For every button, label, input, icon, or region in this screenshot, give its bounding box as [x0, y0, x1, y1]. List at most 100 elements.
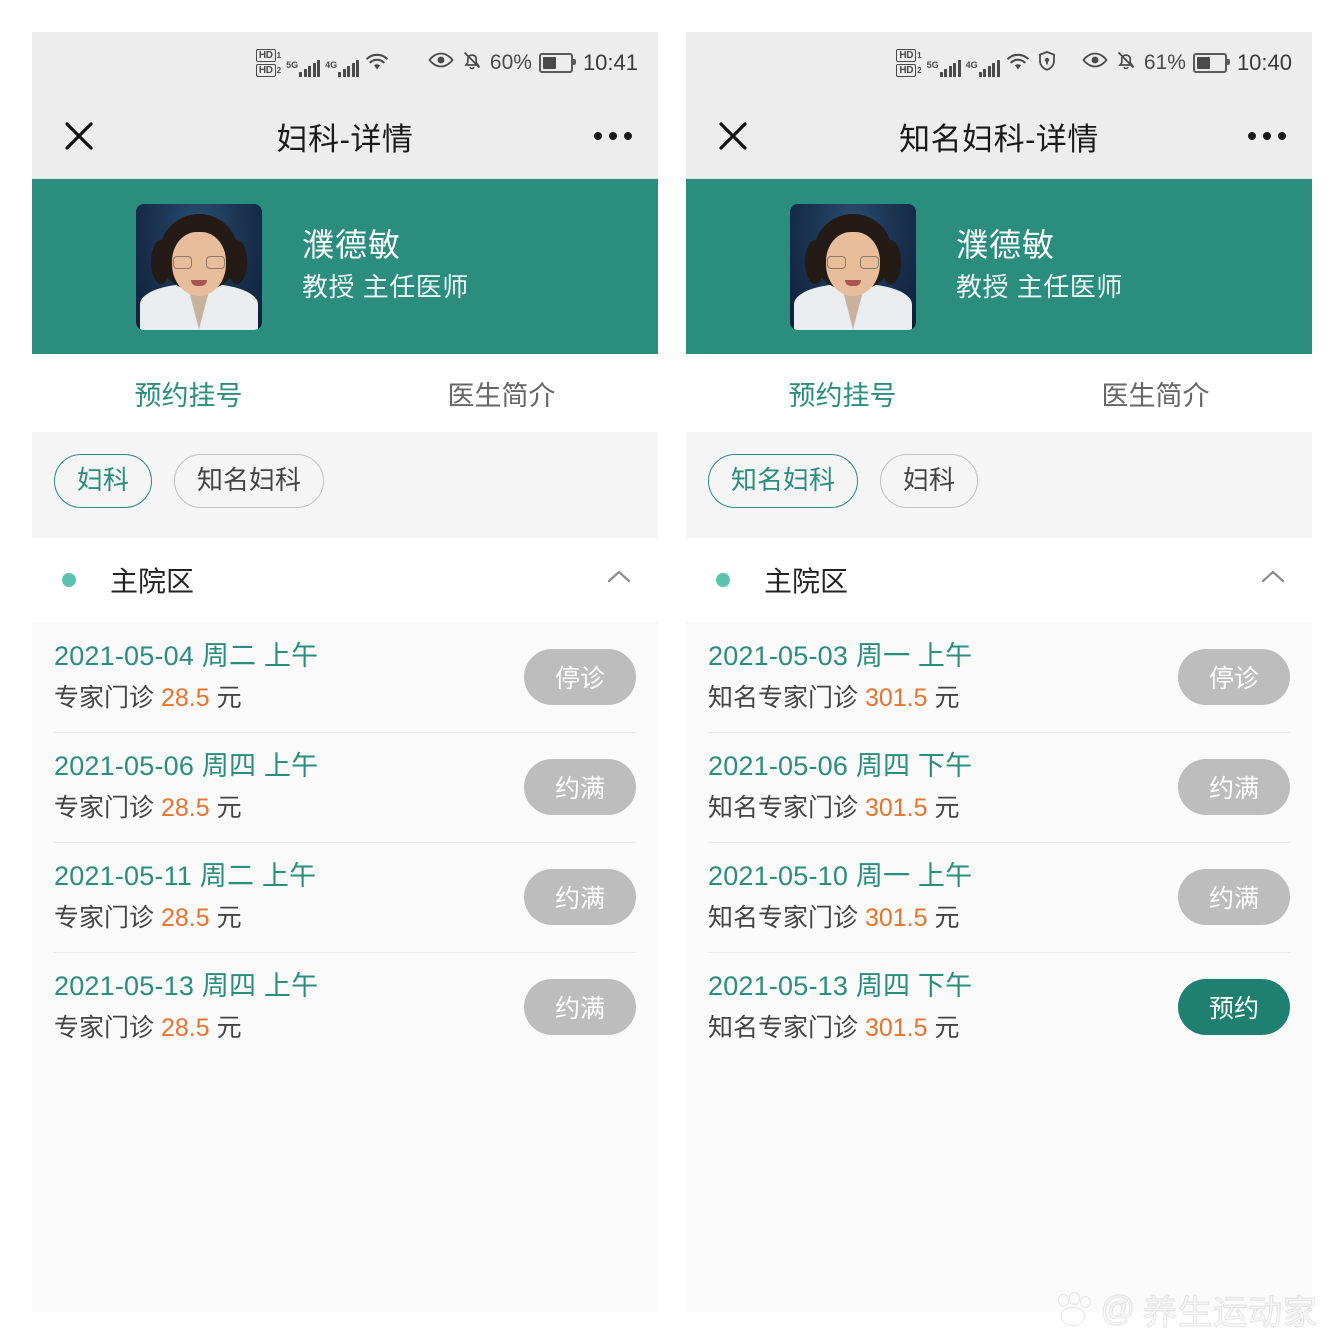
- signal-bar: [953, 63, 957, 77]
- schedule-row: 2021-05-04 周二 上午 专家门诊 28.5 元停诊: [32, 622, 658, 732]
- schedule-meta: 专家门诊 28.5 元: [54, 1008, 524, 1048]
- signal-bar: [948, 66, 952, 77]
- dot: [1263, 132, 1271, 140]
- eye-comfort-icon: [1082, 51, 1108, 75]
- paw-pad: [1069, 1291, 1081, 1305]
- signal-bar: [978, 72, 982, 77]
- status-badge: 约满: [524, 758, 636, 815]
- dot: [624, 132, 632, 140]
- signal-bar: [944, 69, 948, 77]
- hd-sim-index: 2: [917, 65, 922, 75]
- campus-section-header[interactable]: 主院区: [686, 537, 1312, 622]
- baidu-paw-icon: [1056, 1291, 1092, 1328]
- network-type-label: 4G: [965, 60, 978, 70]
- hd-row: HD 2: [255, 64, 282, 77]
- clinic-price: 28.5: [160, 903, 210, 932]
- more-options-icon[interactable]: [594, 132, 632, 140]
- phone-screen-1: HD 1 HD 2 5G 4G 60% 10:41 妇科-详情 濮德敏 教授 主任医师 预约挂号 医生简…: [32, 32, 658, 1312]
- paw-pad: [1061, 1306, 1086, 1326]
- dot: [1248, 132, 1256, 140]
- nav-bar: 知名妇科-详情: [686, 94, 1312, 179]
- signal-bar: [983, 69, 987, 77]
- department-chip[interactable]: 知名妇科: [174, 454, 325, 508]
- tab-appointment[interactable]: 预约挂号: [686, 354, 999, 432]
- signal-bar: [996, 60, 1000, 77]
- clinic-currency-unit: 元: [934, 903, 960, 932]
- tab-appointment[interactable]: 预约挂号: [32, 354, 345, 432]
- signal-bar: [317, 60, 321, 77]
- tab-bar: 预约挂号 医生简介: [32, 354, 658, 432]
- campus-label: 主院区: [110, 565, 195, 597]
- tab-doctor-intro[interactable]: 医生简介: [345, 354, 658, 432]
- schedule-date: 2021-05-06 周四 下午: [708, 750, 973, 781]
- status-bar-right-icons: 61% 10:40: [1082, 32, 1292, 94]
- signal-bar: [338, 72, 342, 77]
- hd-row: HD 2: [896, 64, 922, 77]
- department-chip[interactable]: 知名妇科: [708, 454, 859, 508]
- status-badge: 停诊: [1178, 648, 1290, 705]
- close-icon[interactable]: [712, 115, 754, 157]
- schedule-meta: 专家门诊 28.5 元: [54, 678, 524, 718]
- eye-comfort-icon: [428, 51, 454, 75]
- clinic-type-label: 知名专家门诊: [708, 683, 859, 712]
- clinic-price: 301.5: [864, 793, 928, 822]
- dot: [609, 132, 617, 140]
- doctor-hero: 濮德敏 教授 主任医师: [32, 179, 658, 354]
- status-badge: 停诊: [524, 648, 636, 705]
- more-options-icon[interactable]: [1248, 132, 1286, 140]
- signal-bars-sim2-icon: 4G: [966, 60, 1000, 77]
- hd-sim-index: 1: [276, 50, 282, 60]
- signal-bar: [342, 69, 346, 77]
- schedule-row-main: 2021-05-13 周四 上午 专家门诊 28.5 元: [54, 966, 524, 1048]
- campus-section-header[interactable]: 主院区: [32, 537, 658, 622]
- hd-row: HD 1: [255, 49, 282, 62]
- clinic-currency-unit: 元: [934, 793, 960, 822]
- clinic-type-label: 知名专家门诊: [708, 903, 859, 932]
- schedule-row: 2021-05-11 周二 上午 专家门诊 28.5 元约满: [32, 841, 658, 952]
- clinic-currency-unit: 元: [216, 1013, 242, 1042]
- chevron-up-icon[interactable]: [1258, 567, 1288, 592]
- department-chip[interactable]: 妇科: [54, 454, 153, 508]
- schedule-row: 2021-05-13 周四 上午 专家门诊 28.5 元约满: [32, 951, 658, 1062]
- schedule-row-main: 2021-05-11 周二 上午 专家门诊 28.5 元: [54, 856, 524, 938]
- department-chip-list: 妇科 知名妇科: [32, 432, 658, 538]
- signal-bars-sim1-icon: 5G: [927, 60, 961, 77]
- close-icon[interactable]: [58, 115, 100, 157]
- schedule-row: 2021-05-06 周四 下午 知名专家门诊 301.5 元约满: [686, 731, 1312, 842]
- bell-muted-icon: [461, 49, 483, 77]
- clinic-type-label: 专家门诊: [54, 903, 155, 932]
- clinic-type-label: 知名专家门诊: [708, 1013, 859, 1042]
- clock-label: 10:40: [1236, 50, 1292, 75]
- hd-badge-icon: HD: [255, 64, 276, 77]
- bell-muted-icon: [1115, 49, 1137, 77]
- signal-bar: [939, 72, 943, 77]
- clinic-currency-unit: 元: [934, 683, 960, 712]
- hd-sim-index: 2: [276, 65, 282, 75]
- status-badge: 约满: [524, 978, 636, 1035]
- signal-bars-sim2-icon: 4G: [325, 60, 360, 77]
- schedule-date: 2021-05-03 周一 上午: [708, 640, 973, 671]
- hd-badge-icon: HD: [896, 64, 917, 77]
- clinic-currency-unit: 元: [216, 683, 242, 712]
- signal-bars: [299, 60, 321, 77]
- clinic-price: 28.5: [160, 683, 210, 712]
- schedule-date: 2021-05-06 周四 上午: [54, 750, 319, 781]
- doctor-avatar: [790, 203, 916, 330]
- hd-voice-icon: HD 1 HD 2: [896, 49, 922, 77]
- tab-doctor-intro[interactable]: 医生简介: [999, 354, 1312, 432]
- chevron-up-icon[interactable]: [604, 567, 634, 592]
- status-bar-right-icons: 60% 10:41: [428, 32, 638, 94]
- department-chip[interactable]: 妇科: [880, 454, 979, 508]
- clinic-price: 301.5: [864, 903, 928, 932]
- doctor-title: 教授 主任医师: [956, 272, 1123, 303]
- clinic-type-label: 知名专家门诊: [708, 793, 859, 822]
- dot: [594, 132, 602, 140]
- schedule-row: 2021-05-10 周一 上午 知名专家门诊 301.5 元约满: [686, 841, 1312, 952]
- schedule-meta: 知名专家门诊 301.5 元: [708, 788, 1178, 828]
- clinic-price: 301.5: [864, 683, 928, 712]
- network-type-label: 4G: [325, 60, 338, 70]
- book-button[interactable]: 预约: [1178, 978, 1290, 1035]
- doctor-info: 濮德敏 教授 主任医师: [956, 224, 1123, 309]
- hd-row: HD 1: [896, 49, 922, 62]
- clinic-currency-unit: 元: [934, 1013, 960, 1042]
